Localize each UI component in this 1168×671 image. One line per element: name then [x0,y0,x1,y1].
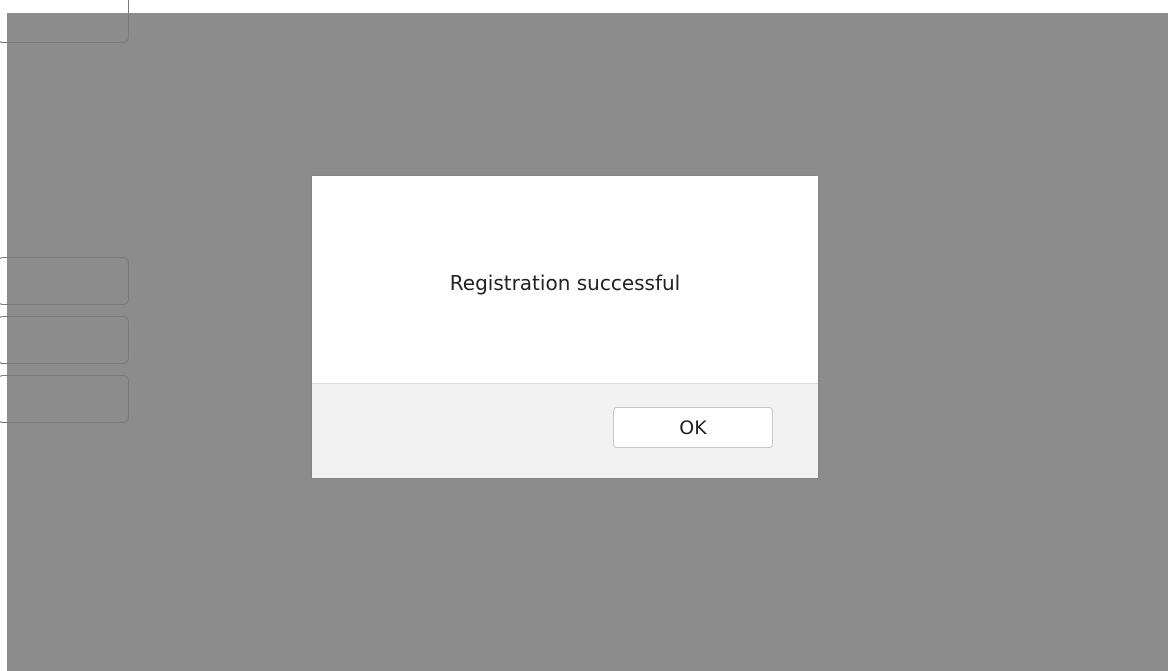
background-input-field [0,375,129,423]
ok-button[interactable]: OK [613,407,773,448]
dialog-body: Registration successful [312,176,818,383]
dialog-footer: OK [312,383,818,478]
dialog-message: Registration successful [449,270,681,295]
background-input-field [0,0,129,43]
page: Registration successful OK [0,0,1168,671]
background-input-field [0,316,129,364]
background-input-field [0,257,129,305]
alert-dialog: Registration successful OK [312,176,818,478]
